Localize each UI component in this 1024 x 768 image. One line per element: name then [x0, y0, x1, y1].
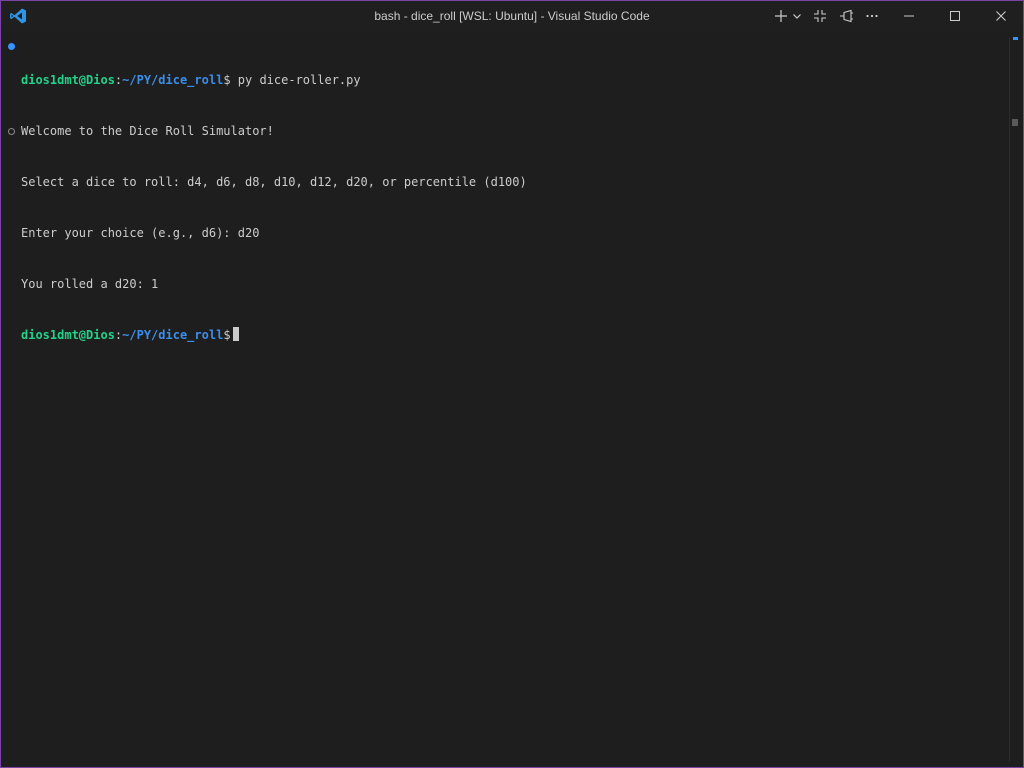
pin-icon [839, 9, 853, 23]
prompt-path: ~/PY/dice_roll [122, 328, 224, 342]
output-line: Select a dice to roll: d4, d6, d8, d10, … [21, 175, 527, 189]
plus-icon [775, 10, 787, 22]
minimize-icon [904, 15, 914, 17]
restore-panel-button[interactable] [810, 1, 830, 31]
scrollbar-cursor-marker [1012, 119, 1018, 126]
prompt-symbol: $ [223, 328, 231, 342]
chevron-down-icon [793, 14, 801, 19]
close-icon [995, 11, 1006, 21]
restore-panel-icon [814, 10, 826, 22]
prompt-symbol: $ [223, 73, 231, 87]
terminal-panel[interactable]: dios1dmt@Dios:~/PY/dice_roll$ py dice-ro… [1, 31, 1023, 767]
output-line: Enter your choice (e.g., d6): d20 [21, 226, 260, 240]
maximize-icon [950, 11, 960, 21]
new-terminal-button[interactable] [772, 1, 790, 31]
more-icon [866, 14, 878, 18]
minimize-button[interactable] [886, 1, 932, 31]
pin-button[interactable] [836, 1, 856, 31]
vscode-logo-icon[interactable] [9, 7, 27, 25]
prompt-user: dios1dmt@Dios [21, 328, 115, 342]
prompt-line-1: dios1dmt@Dios:~/PY/dice_roll$ py dice-ro… [21, 72, 527, 89]
scrollbar-top-marker [1013, 37, 1018, 40]
vscode-window: bash - dice_roll [WSL: Ubuntu] - Visual … [0, 0, 1024, 768]
prompt-user: dios1dmt@Dios [21, 73, 115, 87]
output-line: You rolled a d20: 1 [21, 277, 159, 291]
close-button[interactable] [978, 1, 1023, 31]
terminal-dropdown-button[interactable] [790, 1, 804, 31]
terminal-cursor [232, 327, 239, 341]
terminal-scrollbar[interactable] [1009, 37, 1020, 762]
prompt-line-2: dios1dmt@Dios:~/PY/dice_roll$ [21, 327, 527, 344]
command-success-decoration-icon[interactable] [8, 43, 15, 50]
more-actions-button[interactable] [862, 1, 882, 31]
prompt-path: ~/PY/dice_roll [122, 73, 224, 87]
command-pending-decoration-icon[interactable] [8, 128, 15, 135]
output-line: Welcome to the Dice Roll Simulator! [21, 124, 274, 138]
title-bar: bash - dice_roll [WSL: Ubuntu] - Visual … [1, 1, 1023, 31]
maximize-button[interactable] [932, 1, 978, 31]
terminal-output[interactable]: dios1dmt@Dios:~/PY/dice_roll$ py dice-ro… [21, 38, 527, 378]
command-text: py dice-roller.py [230, 73, 361, 87]
